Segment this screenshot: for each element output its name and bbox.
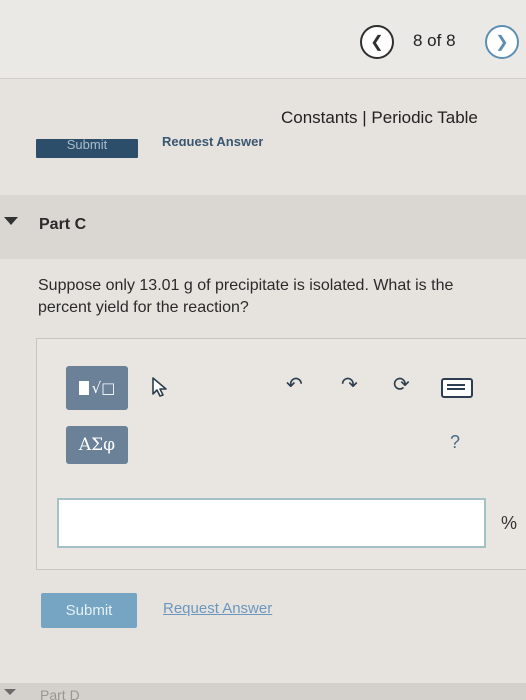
caret-down-icon bbox=[4, 217, 18, 225]
request-answer-link[interactable]: Request Answer bbox=[163, 600, 272, 617]
part-c-header[interactable]: Part C bbox=[0, 195, 526, 259]
radical-template-icon: √□ bbox=[91, 379, 116, 397]
next-item-button[interactable]: ❯ bbox=[485, 25, 519, 59]
part-title: Part C bbox=[39, 216, 87, 233]
top-navigation-bar: ❮ 8 of 8 ❯ bbox=[0, 0, 526, 79]
help-icon[interactable]: ? bbox=[450, 432, 460, 453]
redo-icon[interactable]: ↷ bbox=[341, 372, 358, 397]
undo-icon[interactable]: ↶ bbox=[286, 372, 303, 397]
chevron-left-icon: ❮ bbox=[370, 34, 384, 51]
square-icon bbox=[78, 381, 89, 395]
chevron-right-icon: ❯ bbox=[495, 34, 509, 51]
reset-icon[interactable]: ⟳ bbox=[393, 372, 410, 397]
constants-periodic-table-link[interactable]: Constants | Periodic Table bbox=[281, 108, 478, 128]
page-indicator: 8 of 8 bbox=[413, 31, 456, 50]
submit-button[interactable]: Submit bbox=[41, 593, 137, 628]
greek-symbols-button[interactable]: ΑΣφ bbox=[66, 426, 128, 464]
templates-button[interactable]: √□ bbox=[66, 366, 128, 410]
cursor-icon[interactable] bbox=[151, 376, 169, 398]
question-text: Suppose only 13.01 g of precipitate is i… bbox=[38, 277, 454, 316]
keyboard-icon[interactable] bbox=[441, 378, 473, 398]
unit-label: % bbox=[501, 513, 518, 533]
previous-item-button[interactable]: ❮ bbox=[360, 25, 394, 59]
previous-request-answer-link[interactable]: Request Answer bbox=[162, 134, 263, 146]
next-part-title: Part D bbox=[40, 687, 80, 700]
caret-down-icon bbox=[4, 689, 16, 695]
answer-input[interactable] bbox=[57, 498, 486, 548]
part-d-header[interactable]: Part D bbox=[0, 683, 526, 700]
previous-submit-button[interactable]: Submit bbox=[36, 139, 138, 158]
